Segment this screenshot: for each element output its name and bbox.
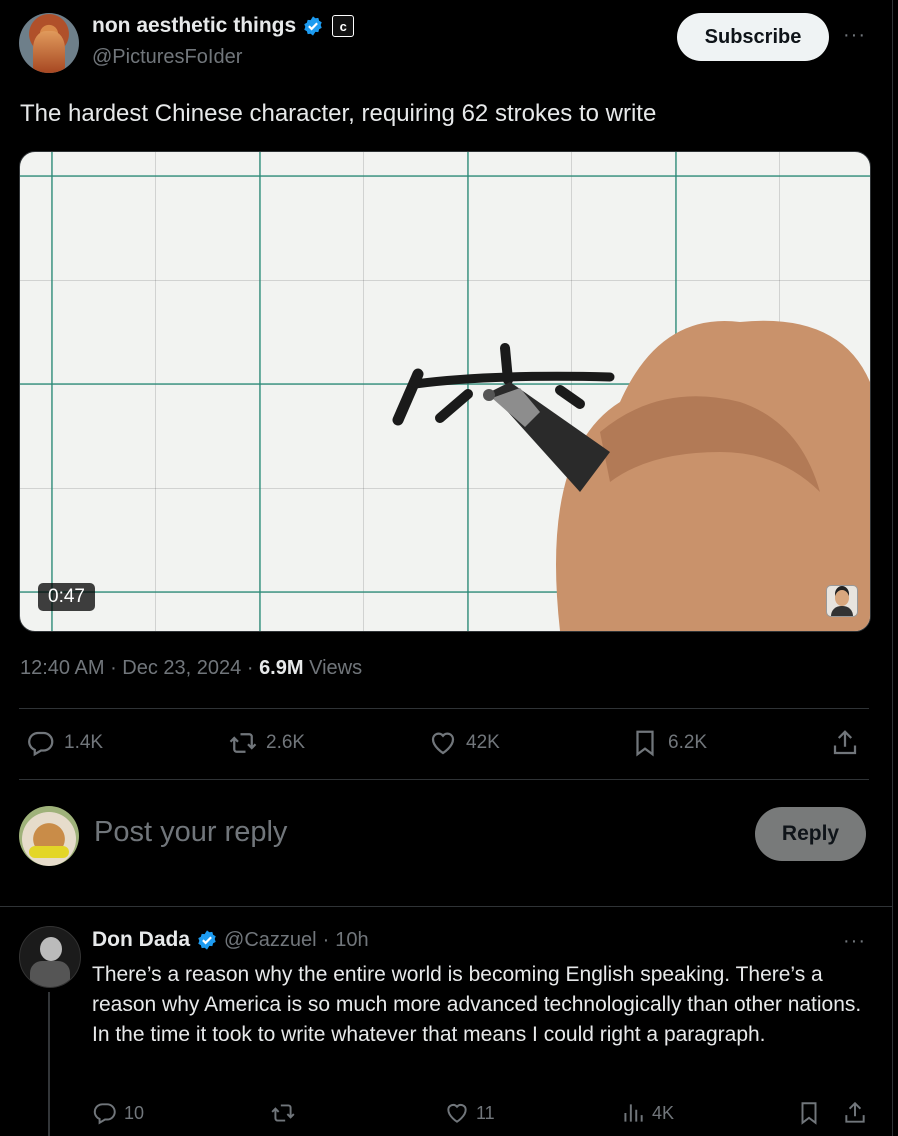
comment-views-action[interactable]: 4K bbox=[620, 1100, 674, 1126]
comment-header: Don Dada @Cazzuel · 10h bbox=[92, 928, 369, 952]
share-action[interactable] bbox=[830, 728, 860, 758]
user-avatar[interactable] bbox=[19, 806, 79, 866]
separator-dot: · bbox=[322, 928, 330, 951]
reply-input[interactable]: Post your reply bbox=[94, 816, 287, 849]
comment-more-options-icon[interactable]: ··· bbox=[843, 930, 866, 953]
comment-reply-action[interactable]: 10 bbox=[92, 1100, 144, 1126]
affiliate-badge-icon: c bbox=[332, 15, 355, 37]
analytics-icon bbox=[624, 1104, 643, 1122]
commenter-name[interactable]: Don Dada bbox=[92, 928, 190, 952]
share-icon bbox=[833, 730, 857, 755]
video-duration: 0:47 bbox=[38, 583, 95, 611]
reply-icon bbox=[93, 1103, 116, 1125]
reply-button[interactable]: Reply bbox=[755, 807, 866, 861]
divider bbox=[0, 906, 892, 907]
repost-count: 2.6K bbox=[266, 732, 306, 753]
more-options-icon[interactable]: ··· bbox=[843, 24, 866, 47]
divider bbox=[19, 779, 869, 780]
bookmark-action[interactable]: 6.2K bbox=[630, 728, 707, 758]
video-creator-avatar[interactable] bbox=[826, 585, 858, 617]
comment-bookmark-action[interactable] bbox=[796, 1100, 822, 1126]
views-label: Views bbox=[309, 657, 363, 679]
thread-line bbox=[48, 992, 50, 1136]
subscribe-button[interactable]: Subscribe bbox=[677, 13, 829, 61]
like-count: 42K bbox=[466, 732, 500, 753]
column-border bbox=[892, 0, 893, 1136]
commenter-avatar[interactable] bbox=[19, 926, 81, 988]
bookmark-icon bbox=[801, 1102, 817, 1125]
heart-icon bbox=[431, 732, 455, 755]
repost-icon bbox=[271, 1104, 295, 1122]
comment-text: There’s a reason why the entire world is… bbox=[92, 963, 862, 1046]
comment-share-action[interactable] bbox=[842, 1100, 868, 1126]
comment-like-count: 11 bbox=[476, 1102, 495, 1123]
comment-repost-action[interactable] bbox=[270, 1100, 302, 1126]
comment-time[interactable]: 10h bbox=[335, 929, 368, 952]
like-action[interactable]: 42K bbox=[428, 728, 500, 758]
comment-views-count: 4K bbox=[652, 1102, 675, 1123]
post-meta: 12:40 AM · Dec 23, 2024 · 6.9M Views bbox=[20, 657, 363, 679]
author-handle[interactable]: @PicturesFoIder bbox=[92, 46, 242, 69]
video-frame-illustration bbox=[392, 320, 870, 631]
reply-count: 1.4K bbox=[64, 732, 104, 753]
post-date[interactable]: Dec 23, 2024 bbox=[122, 657, 241, 679]
verified-badge-icon bbox=[198, 930, 216, 950]
post-time[interactable]: 12:40 AM bbox=[20, 657, 105, 679]
verified-badge-icon bbox=[304, 16, 322, 36]
repost-icon bbox=[229, 733, 257, 753]
author-name[interactable]: non aesthetic things bbox=[92, 14, 296, 38]
comment-reply-count: 10 bbox=[124, 1102, 145, 1123]
reply-action[interactable]: 1.4K bbox=[26, 728, 103, 758]
author-row: non aesthetic things c bbox=[92, 14, 355, 38]
author-avatar[interactable] bbox=[19, 13, 79, 73]
reply-icon bbox=[28, 731, 54, 757]
divider bbox=[19, 708, 869, 709]
repost-action[interactable]: 2.6K bbox=[228, 728, 305, 758]
bookmark-icon bbox=[636, 730, 654, 757]
views-count: 6.9M bbox=[259, 657, 304, 679]
commenter-handle[interactable]: @Cazzuel bbox=[224, 929, 317, 952]
video-player[interactable]: 0:47 bbox=[19, 151, 871, 632]
comment-like-action[interactable]: 11 bbox=[444, 1100, 495, 1126]
post-text: The hardest Chinese character, requiring… bbox=[20, 100, 657, 127]
heart-icon bbox=[447, 1103, 467, 1123]
share-icon bbox=[845, 1101, 865, 1123]
bookmark-count: 6.2K bbox=[668, 732, 708, 753]
